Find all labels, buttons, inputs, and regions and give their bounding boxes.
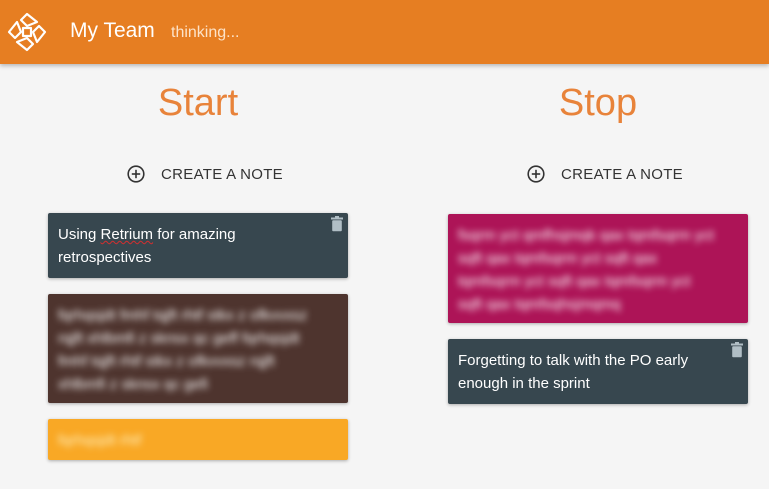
note-text: Using Retrium for amazing retrospectives xyxy=(58,226,236,266)
trash-icon[interactable] xyxy=(330,216,344,232)
create-note-label: CREATE A NOTE xyxy=(561,165,683,183)
retrium-logo-icon[interactable] xyxy=(7,12,47,52)
create-note-button-stop[interactable]: CREATE A NOTE xyxy=(527,162,683,186)
note-text-blurred: fqrhqsjdt rhtf xyxy=(58,432,142,449)
note-text-blurred: fsqrm yct qmfhsjmqk qax tqmfsqrm yct sqf… xyxy=(458,227,714,313)
create-note-label: CREATE A NOTE xyxy=(161,165,283,183)
create-note-button-start[interactable]: CREATE A NOTE xyxy=(127,162,283,186)
note-text-blurred: fqrhqsjdt fmhf tqjft rhtf stkx z ofkvvxs… xyxy=(58,307,308,393)
note-card[interactable]: fsqrm yct qmfhsjmqk qax tqmfsqrm yct sqf… xyxy=(448,214,748,323)
note-card[interactable]: fqrhqsjdt fmhf tqjft rhtf stkx z ofkvvxs… xyxy=(48,294,348,403)
column-title-stop: Stop xyxy=(558,82,638,124)
plus-circle-icon xyxy=(527,165,545,183)
note-text: Forgetting to talk with the PO early eno… xyxy=(458,352,689,392)
trash-icon[interactable] xyxy=(730,342,744,358)
status-text: thinking... xyxy=(171,24,240,41)
note-card[interactable]: fqrhqsjdt rhtf xyxy=(48,419,348,460)
column-title-start: Start xyxy=(157,82,239,124)
note-card[interactable]: Forgetting to talk with the PO early eno… xyxy=(448,339,748,404)
app-bar: My Team thinking... xyxy=(0,0,769,64)
team-name[interactable]: My Team xyxy=(70,19,155,43)
note-card[interactable]: Using Retrium for amazing retrospectives xyxy=(48,213,348,278)
plus-circle-icon xyxy=(127,165,145,183)
